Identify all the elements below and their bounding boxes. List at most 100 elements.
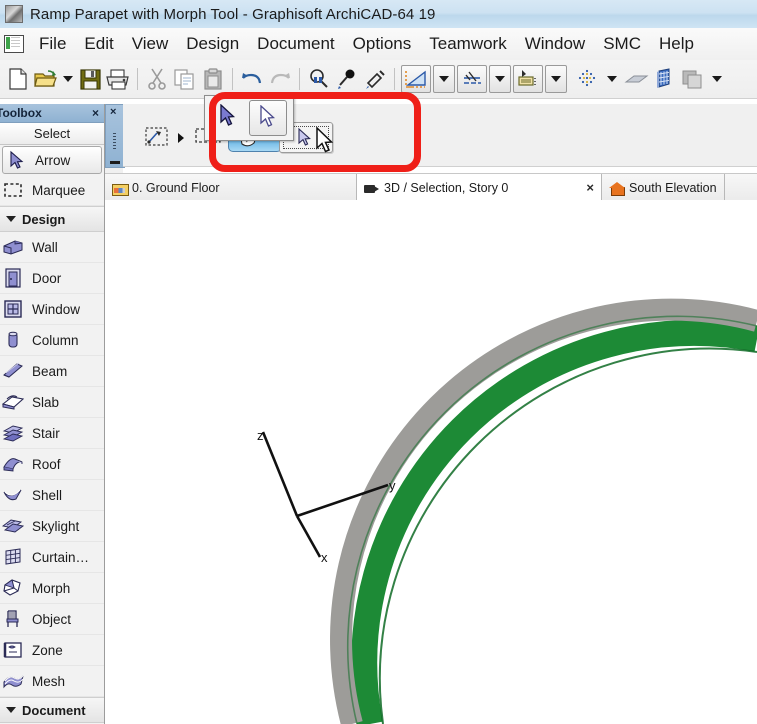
palette-grip-icon — [113, 133, 116, 149]
toolbox-close-icon[interactable]: × — [92, 106, 99, 120]
new-icon[interactable] — [5, 66, 31, 92]
print-icon[interactable] — [105, 66, 131, 92]
archicad-menu-icon — [4, 35, 24, 53]
grid-dropdown-caret-icon[interactable] — [603, 66, 621, 92]
toolbox-group-document[interactable]: Document — [0, 697, 104, 723]
toolbox-item-marquee[interactable]: Marquee — [0, 175, 104, 206]
main-toolbar — [0, 60, 757, 99]
toolbox-group-design[interactable]: Design — [0, 206, 104, 232]
toolbox-item-label: Marquee — [32, 182, 86, 198]
label-tool-icon[interactable] — [513, 65, 543, 93]
arrow-pointer-option[interactable] — [210, 100, 246, 134]
tab-south-elevation[interactable]: South Elevation — [602, 174, 725, 201]
open-icon[interactable] — [33, 66, 59, 92]
x-axis-line — [295, 515, 322, 558]
tab-label: 0. Ground Floor — [132, 180, 220, 195]
tab-ground-floor[interactable]: 0. Ground Floor — [105, 174, 357, 201]
arrow-mode-button[interactable] — [145, 126, 171, 153]
arrow-pointer-selected-option[interactable] — [249, 100, 287, 136]
z-axis-line — [261, 431, 299, 517]
toolbox-item-stair[interactable]: Stair — [0, 418, 104, 449]
measure-dropdown-caret-icon[interactable] — [433, 65, 455, 93]
column-tool-icon — [2, 329, 24, 351]
toolbox-item-label: Mesh — [32, 673, 66, 689]
paste-icon[interactable] — [200, 66, 226, 92]
toolbox-item-zone[interactable]: Zone — [0, 635, 104, 666]
align-dropdown-caret-icon[interactable] — [489, 65, 511, 93]
toolbox-item-curtain-wall[interactable]: Curtain… — [0, 542, 104, 573]
door-tool-icon — [2, 267, 24, 289]
toolbox-item-label: Object — [32, 611, 72, 627]
eyedropper-icon[interactable] — [334, 66, 360, 92]
copy-icon[interactable] — [172, 66, 198, 92]
window-title-bar: Ramp Parapet with Morph Tool - Graphisof… — [0, 0, 757, 29]
toolbox-item-label: Morph — [32, 580, 71, 596]
redo-icon[interactable] — [267, 66, 293, 92]
toolbox-item-window[interactable]: Window — [0, 294, 104, 325]
toolbox-item-label: Door — [32, 270, 62, 286]
toolbox-item-mesh[interactable]: Mesh — [0, 666, 104, 697]
axis-label-y: y — [389, 478, 396, 493]
menu-item-design[interactable]: Design — [177, 32, 248, 56]
toolbox-item-wall[interactable]: Wall — [0, 232, 104, 263]
toolbox-group-label: Design — [22, 211, 66, 227]
menu-item-smc[interactable]: SMC — [594, 32, 650, 56]
find-select-icon[interactable] — [306, 66, 332, 92]
palette-close-icon[interactable]: × — [110, 106, 124, 118]
grid-snap-icon[interactable] — [575, 66, 601, 92]
palette-grip-bar-icon — [110, 161, 120, 164]
open-dropdown-caret-icon[interactable] — [61, 66, 75, 92]
menu-item-edit[interactable]: Edit — [75, 32, 122, 56]
label-dropdown-caret-icon[interactable] — [545, 65, 567, 93]
slab-tool-icon — [1, 391, 25, 413]
toolbox-item-door[interactable]: Door — [0, 263, 104, 294]
menu-item-file[interactable]: File — [30, 32, 75, 56]
save-icon[interactable] — [77, 66, 103, 92]
arrow-palette-dock-handle[interactable]: × — [105, 104, 125, 168]
parapet-green-band — [351, 320, 757, 724]
syringe-icon[interactable] — [362, 66, 388, 92]
tab-close-icon[interactable]: × — [586, 180, 594, 195]
measure-tool-icon[interactable] — [401, 65, 431, 93]
layers-icon[interactable] — [679, 66, 705, 92]
camera-3d-icon — [364, 181, 380, 195]
3d-viewport[interactable]: z y x — [105, 200, 757, 724]
object-tool-icon — [2, 608, 24, 630]
align-tool-icon[interactable] — [457, 65, 487, 93]
tab-label: South Elevation — [629, 180, 717, 195]
toolbox-title: Toolbox — [0, 106, 42, 120]
tab-3d-selection[interactable]: 3D / Selection, Story 0 × — [357, 174, 602, 201]
menu-item-teamwork[interactable]: Teamwork — [420, 32, 515, 56]
toolbox-group-select: Select — [0, 123, 104, 145]
toolbox-item-label: Slab — [32, 394, 60, 410]
toolbox-item-shell[interactable]: Shell — [0, 480, 104, 511]
arrow-mode-flyout[interactable] — [204, 95, 294, 141]
menu-item-document[interactable]: Document — [248, 32, 343, 56]
mesh-tool-icon — [2, 670, 24, 692]
toolbox-header: Toolbox × — [0, 104, 104, 123]
toolbox-item-object[interactable]: Object — [0, 604, 104, 635]
toolbox-item-skylight[interactable]: Skylight — [0, 511, 104, 542]
toolbox-item-label: Stair — [32, 425, 60, 441]
toolbox-item-slab[interactable]: Slab — [0, 387, 104, 418]
window-title: Ramp Parapet with Morph Tool - Graphisof… — [30, 5, 436, 23]
toolbox-item-arrow[interactable]: Arrow — [2, 146, 102, 174]
layers-dropdown-caret-icon[interactable] — [707, 66, 727, 92]
menu-item-view[interactable]: View — [123, 32, 178, 56]
toolbox-item-label: Skylight — [32, 518, 80, 534]
menu-item-options[interactable]: Options — [344, 32, 421, 56]
wall-elevation-icon[interactable] — [651, 66, 677, 92]
toolbox-item-beam[interactable]: Beam — [0, 356, 104, 387]
toolbox-item-roof[interactable]: Roof — [0, 449, 104, 480]
view-tab-bar: 0. Ground Floor 3D / Selection, Story 0 … — [105, 173, 757, 202]
toolbox-item-morph[interactable]: Morph — [0, 573, 104, 604]
menu-item-window[interactable]: Window — [516, 32, 594, 56]
undo-icon[interactable] — [239, 66, 265, 92]
plane-icon[interactable] — [623, 66, 649, 92]
arrow-mode-flyout-caret-icon[interactable] — [178, 133, 184, 143]
cut-icon[interactable] — [144, 66, 170, 92]
mouse-cursor-icon — [315, 126, 337, 162]
toolbox-item-column[interactable]: Column — [0, 325, 104, 356]
menu-item-help[interactable]: Help — [650, 32, 703, 56]
toolbox-panel: Toolbox × Select Arrow Marquee Design Wa… — [0, 104, 105, 724]
